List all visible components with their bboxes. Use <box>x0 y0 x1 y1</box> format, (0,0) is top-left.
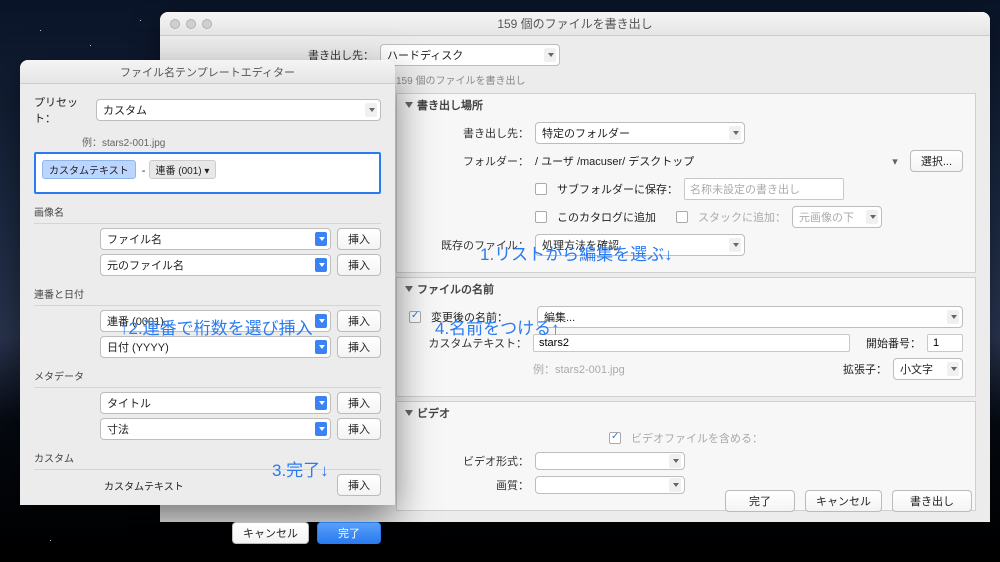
filename-header[interactable]: ファイルの名前 <box>397 278 975 300</box>
ext-label: 拡張子： <box>843 361 887 377</box>
rename-label: 変更後の名前： <box>431 309 531 325</box>
stack-checkbox <box>676 211 688 223</box>
stack-select: 元画像の下 <box>792 206 882 228</box>
token-custom-text[interactable]: カスタムテキスト <box>42 160 136 179</box>
editor-title: ファイル名テンプレートエディター <box>20 64 395 80</box>
main-titlebar: 159 個のファイルを書き出し <box>160 12 990 36</box>
video-include-checkbox <box>609 432 621 444</box>
insert-imagename-2[interactable]: 挿入 <box>337 254 381 276</box>
group-seqdate: 連番と日付 <box>34 286 381 301</box>
video-format-select <box>535 452 685 470</box>
location-header[interactable]: 書き出し場所 <box>397 94 975 116</box>
start-num-input[interactable] <box>927 334 963 352</box>
rename-select[interactable]: 編集... <box>537 306 963 328</box>
folder-label: フォルダー： <box>409 153 529 169</box>
subfolder-label: サブフォルダーに保存： <box>557 181 678 197</box>
rename-checkbox[interactable] <box>409 311 421 323</box>
video-quality-select <box>535 476 685 494</box>
editor-example: 例：stars2-001.jpg <box>82 134 381 149</box>
insert-imagename-1[interactable]: 挿入 <box>337 228 381 250</box>
template-token-box[interactable]: カスタムテキスト - 連番 (001) ▾ <box>34 152 381 194</box>
imagename-select-1[interactable]: ファイル名 <box>100 228 331 250</box>
insert-custom[interactable]: 挿入 <box>337 474 381 496</box>
export-to-select[interactable]: ハードディスク <box>380 44 560 66</box>
token-separator: - <box>142 165 146 177</box>
dest-select[interactable]: 特定のフォルダー <box>535 122 745 144</box>
disclosure-triangle-icon <box>405 286 413 292</box>
seq-select[interactable]: 連番 (0001) <box>100 310 331 332</box>
token-sequence[interactable]: 連番 (001) ▾ <box>149 160 217 179</box>
start-num-label: 開始番号： <box>866 335 921 351</box>
catalog-label: このカタログに追加 <box>557 209 656 225</box>
editor-done-button[interactable]: 完了 <box>317 522 381 544</box>
existing-label: 既存のファイル： <box>409 237 529 253</box>
export-button[interactable]: 書き出し <box>892 490 972 512</box>
section-location: 書き出し場所 書き出し先： 特定のフォルダー フォルダー： / ユーザ /mac… <box>396 93 976 273</box>
custom-text-input[interactable] <box>533 334 850 352</box>
template-editor-window: ファイル名テンプレートエディター プリセット： カスタム 例：stars2-00… <box>20 60 395 505</box>
video-header[interactable]: ビデオ <box>397 402 975 424</box>
video-include-label: ビデオファイルを含める： <box>631 430 763 446</box>
preset-label: プリセット： <box>34 94 90 126</box>
existing-select[interactable]: 処理方法を確認 <box>535 234 745 256</box>
video-quality-label: 画質： <box>409 477 529 493</box>
folder-path: / ユーザ /macuser/ デスクトップ <box>535 153 880 169</box>
custom-text-row-label: カスタムテキスト <box>100 478 331 493</box>
subfolder-input: 名称未設定の書き出し <box>684 178 844 200</box>
insert-date[interactable]: 挿入 <box>337 336 381 358</box>
group-imagename: 画像名 <box>34 204 381 219</box>
insert-meta-2[interactable]: 挿入 <box>337 418 381 440</box>
main-cancel-button[interactable]: キャンセル <box>805 490 882 512</box>
preset-select[interactable]: カスタム <box>96 99 381 121</box>
chevron-down-icon[interactable]: ▾ <box>892 155 898 168</box>
video-format-label: ビデオ形式： <box>409 453 529 469</box>
insert-meta-1[interactable]: 挿入 <box>337 392 381 414</box>
date-select[interactable]: 日付 (YYYY) <box>100 336 331 358</box>
meta-select-1[interactable]: タイトル <box>100 392 331 414</box>
disclosure-triangle-icon <box>405 102 413 108</box>
group-custom: カスタム <box>34 450 381 465</box>
main-done-button[interactable]: 完了 <box>725 490 795 512</box>
editor-cancel-button[interactable]: キャンセル <box>232 522 309 544</box>
dest-label: 書き出し先： <box>409 125 529 141</box>
export-subtitle: 159 個のファイルを書き出し <box>396 72 976 87</box>
group-metadata: メタデータ <box>34 368 381 383</box>
meta-select-2[interactable]: 寸法 <box>100 418 331 440</box>
section-filename: ファイルの名前 変更後の名前： 編集... カスタムテキスト： 開始番号： 例：… <box>396 277 976 397</box>
insert-seq[interactable]: 挿入 <box>337 310 381 332</box>
custom-text-label: カスタムテキスト： <box>409 335 527 351</box>
ext-select[interactable]: 小文字 <box>893 358 963 380</box>
catalog-checkbox[interactable] <box>535 211 547 223</box>
choose-folder-button[interactable]: 選択... <box>910 150 963 172</box>
imagename-select-2[interactable]: 元のファイル名 <box>100 254 331 276</box>
editor-titlebar: ファイル名テンプレートエディター <box>20 60 395 84</box>
subfolder-checkbox[interactable] <box>535 183 547 195</box>
stack-label: スタックに追加： <box>698 209 786 225</box>
filename-example: 例：stars2-001.jpg <box>533 361 625 377</box>
disclosure-triangle-icon <box>405 410 413 416</box>
main-window-title: 159 個のファイルを書き出し <box>160 15 990 32</box>
